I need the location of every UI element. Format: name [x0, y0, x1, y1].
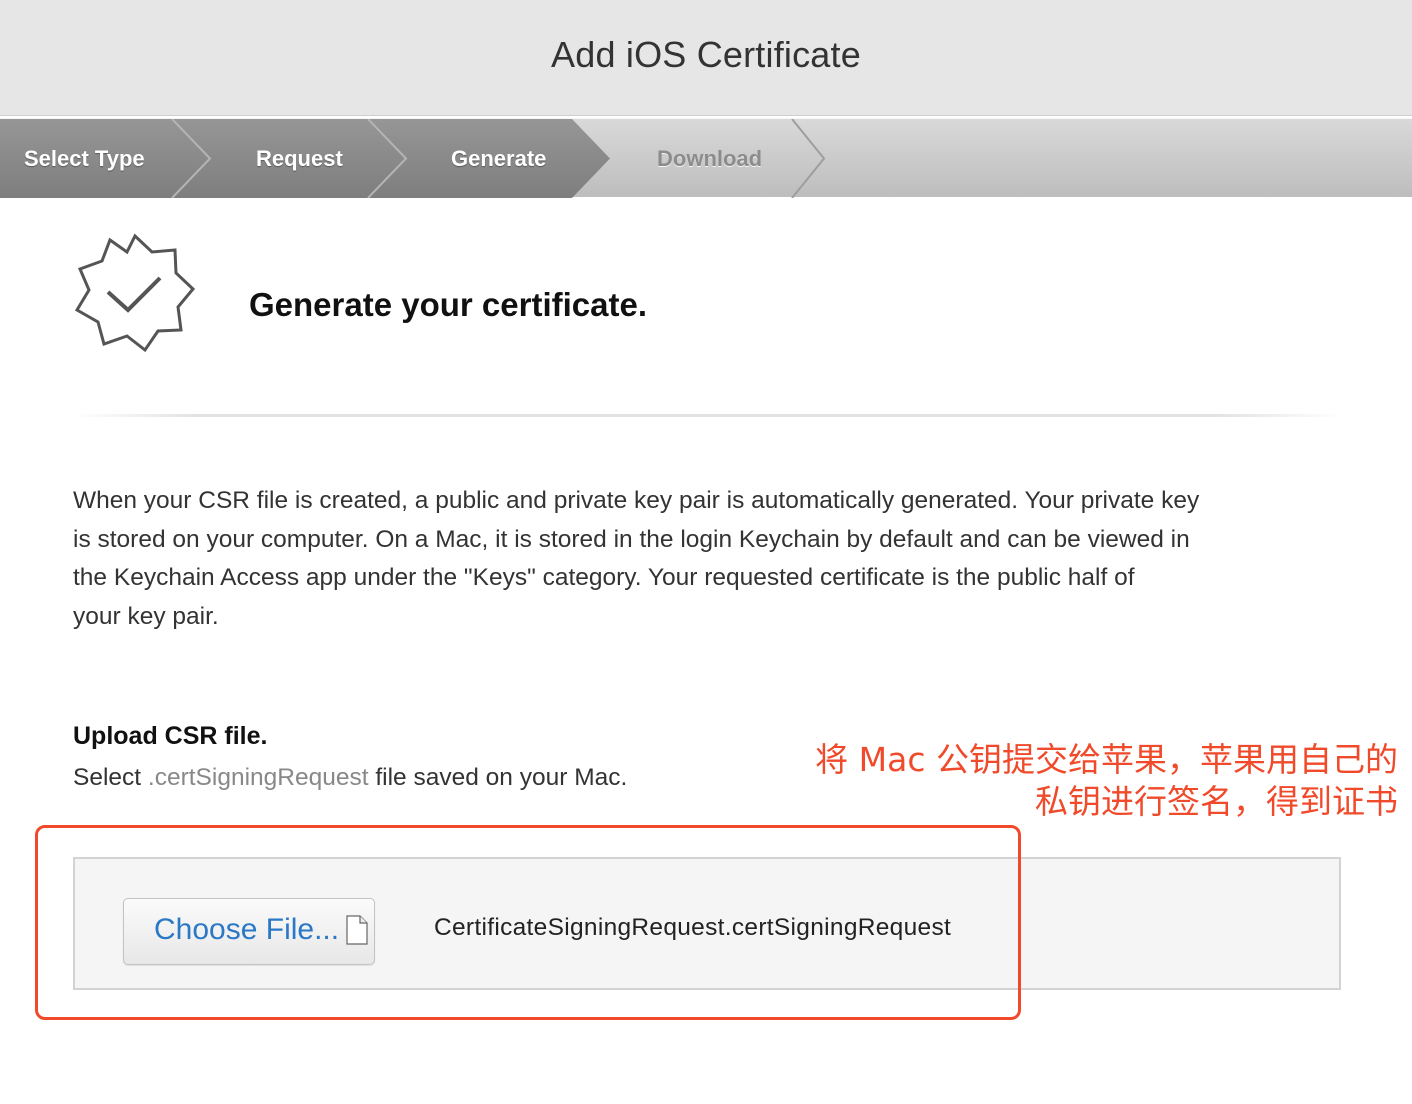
intro-line: the Keychain Access app under the "Keys"…	[73, 564, 1135, 592]
upload-sub-suffix: file saved on your Mac.	[368, 764, 628, 791]
intro-line: your key pair.	[73, 603, 219, 631]
annotation-line: 私钥进行签名，得到证书	[1035, 782, 1398, 821]
annotation-highlight-box	[35, 825, 1021, 1020]
section-heading: Generate your certificate.	[249, 286, 647, 323]
intro-paragraph: When your CSR file is created, a public …	[73, 482, 1313, 637]
step-download: Download	[657, 146, 763, 171]
step-request: Request	[256, 146, 343, 171]
progress-steps: Select Type Request Generate Download	[0, 118, 1412, 198]
step-select-type: Select Type	[24, 146, 145, 171]
section-divider	[72, 414, 1342, 417]
verified-badge-icon	[74, 233, 196, 353]
file-extension: .certSigningRequest	[141, 764, 369, 791]
intro-line: When your CSR file is created, a public …	[73, 487, 1200, 514]
upload-title: Upload CSR file.	[73, 722, 268, 750]
page-title: Add iOS Certificate	[551, 33, 861, 75]
step-separator	[791, 119, 826, 198]
step-generate: Generate	[451, 146, 547, 171]
upload-instructions: Select .certSigningRequest file saved on…	[73, 764, 627, 792]
intro-line: is stored on your computer. On a Mac, it…	[73, 525, 1190, 553]
page-header: Add iOS Certificate	[0, 0, 1412, 116]
annotation-note: 将 Mac 公钥提交给苹果，苹果用自己的 私钥进行签名，得到证书	[758, 739, 1398, 823]
annotation-line: 将 Mac 公钥提交给苹果，苹果用自己的	[815, 740, 1398, 779]
upload-sub-prefix: Select	[73, 764, 142, 791]
